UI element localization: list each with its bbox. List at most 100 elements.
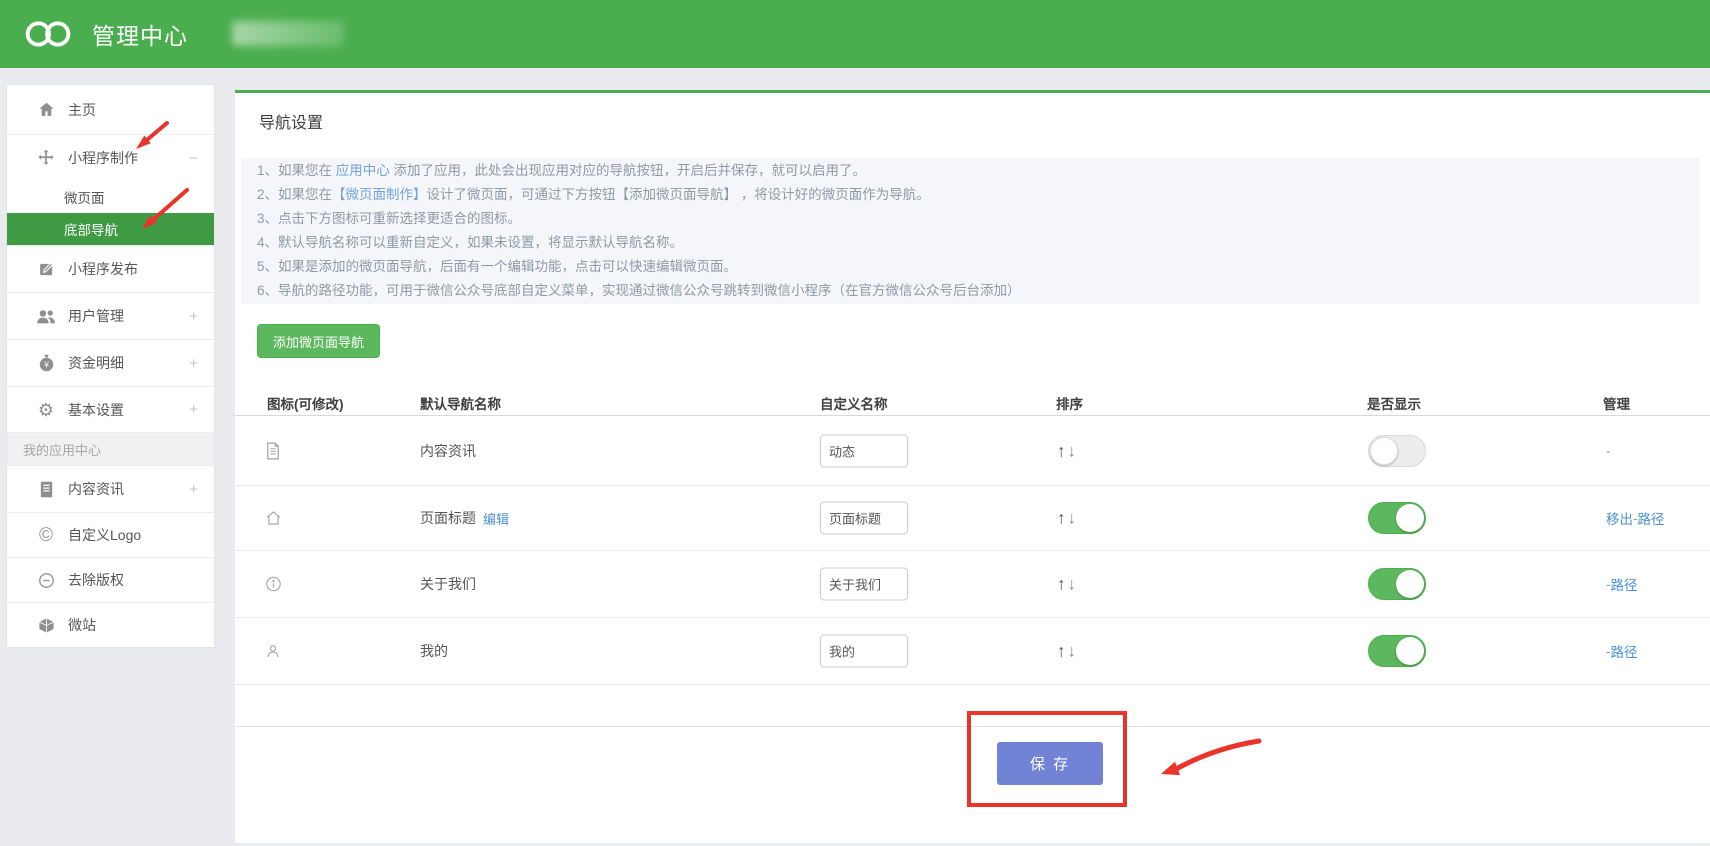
info-circle-icon[interactable] xyxy=(265,576,282,593)
table-row: 我的 ↑↓ - 路径 xyxy=(235,618,1710,685)
sort-down-icon[interactable]: ↓ xyxy=(1068,576,1077,593)
visibility-cell xyxy=(1368,502,1426,534)
custom-name-cell xyxy=(820,635,908,668)
sidebar-item-home[interactable]: 主页 xyxy=(7,85,214,134)
sidebar-item-label: 我的应用中心 xyxy=(23,440,101,459)
home-outline-icon[interactable] xyxy=(265,510,282,527)
sidebar: 主页小程序制作−微页面底部导航小程序发布用户管理+¥资金明细+⚙基本设置+我的应… xyxy=(6,84,215,648)
sidebar-item-label: 小程序发布 xyxy=(68,259,138,279)
users-icon xyxy=(35,308,57,325)
path-link[interactable]: 路径 xyxy=(1638,508,1665,528)
path-link[interactable]: 路径 xyxy=(1611,641,1638,661)
file-text-icon[interactable] xyxy=(265,442,281,460)
sidebar-item-content-news[interactable]: 内容资讯+ xyxy=(7,465,214,512)
sidebar-item-label: 自定义Logo xyxy=(68,525,141,545)
nav-table-body: 内容资讯↑↓-页面标题编辑↑↓移出 - 路径关于我们↑↓- 路径我的↑↓- 路径 xyxy=(235,93,1710,843)
plus-icon[interactable]: + xyxy=(189,355,198,372)
user-icon[interactable] xyxy=(265,643,281,660)
sidebar-item-label: 主页 xyxy=(68,100,96,120)
sidebar-item-label: 底部导航 xyxy=(64,219,118,239)
table-row: 关于我们 ↑↓ - 路径 xyxy=(235,551,1710,618)
table-row: 内容资讯 ↑↓ - xyxy=(235,416,1710,486)
svg-text:¥: ¥ xyxy=(43,361,49,370)
custom-name-cell xyxy=(820,434,908,467)
sidebar-item-funds[interactable]: ¥ 资金明细 + xyxy=(7,339,214,386)
sort-down-icon[interactable]: ↓ xyxy=(1068,442,1077,459)
custom-name-cell xyxy=(820,502,908,535)
visibility-toggle[interactable] xyxy=(1368,568,1426,600)
sidebar-item-label: 资金明细 xyxy=(68,353,124,373)
footer-divider xyxy=(235,726,1710,727)
edit-link[interactable]: 编辑 xyxy=(483,509,509,528)
sort-cell: ↑↓ xyxy=(1057,576,1076,593)
sidebar-item-label: 微页面 xyxy=(64,187,105,207)
home-icon xyxy=(35,101,57,118)
custom-name-input[interactable] xyxy=(820,434,908,467)
money-bag-icon: ¥ xyxy=(35,354,57,372)
sidebar-item-user-management[interactable]: 用户管理 + xyxy=(7,292,214,339)
sidebar-item-weisite[interactable]: 微站 xyxy=(7,602,214,647)
path-link[interactable]: 路径 xyxy=(1611,574,1638,594)
sidebar-item-remove-copyright[interactable]: 去除版权 xyxy=(7,557,214,602)
sidebar-item-custom-logo[interactable]: © 自定义Logo xyxy=(7,512,214,557)
manage-cell: - 路径 xyxy=(1606,574,1638,594)
plus-icon[interactable]: + xyxy=(189,308,198,325)
sidebar-item-basic-settings[interactable]: ⚙基本设置+ xyxy=(7,386,214,432)
doc-icon xyxy=(35,481,57,498)
sort-cell: ↑↓ xyxy=(1057,442,1076,459)
visibility-toggle[interactable] xyxy=(1368,435,1426,467)
visibility-cell xyxy=(1368,635,1426,667)
main-panel: 导航设置 1、如果您在 应用中心 添加了应用，此处会出现应用对应的导航按钮，开启… xyxy=(235,90,1710,843)
table-row: 页面标题编辑 ↑↓ 移出 - 路径 xyxy=(235,486,1710,551)
toggle-knob xyxy=(1396,637,1424,665)
minus-circle-icon xyxy=(35,572,57,589)
sidebar-item-label: 微站 xyxy=(68,615,96,635)
manage-cell: 移出 - 路径 xyxy=(1606,508,1665,528)
sort-up-icon[interactable]: ↑ xyxy=(1057,576,1066,593)
censored-text xyxy=(232,21,344,46)
app-title: 管理中心 xyxy=(92,17,188,51)
save-button[interactable]: 保 存 xyxy=(997,742,1103,785)
sort-up-icon[interactable]: ↑ xyxy=(1057,442,1066,459)
visibility-toggle[interactable] xyxy=(1368,635,1426,667)
remove-link[interactable]: 移出 xyxy=(1606,508,1633,528)
visibility-cell xyxy=(1368,568,1426,600)
sort-down-icon[interactable]: ↓ xyxy=(1068,510,1077,527)
sidebar-section-my-app-center: 我的应用中心 xyxy=(7,432,214,465)
copyright-icon: © xyxy=(35,526,57,545)
topbar: 管理中心 xyxy=(0,0,1710,68)
custom-name-input[interactable] xyxy=(820,568,908,601)
sidebar-item-label: 用户管理 xyxy=(68,306,124,326)
plus-icon[interactable]: + xyxy=(189,401,198,418)
nav-default-name: 页面标题编辑 xyxy=(420,508,509,528)
sort-up-icon[interactable]: ↑ xyxy=(1057,643,1066,660)
nav-default-name: 我的 xyxy=(420,641,448,661)
move-icon xyxy=(35,149,57,167)
toggle-knob xyxy=(1370,437,1398,465)
nav-default-name: 关于我们 xyxy=(420,574,476,594)
toggle-knob xyxy=(1396,570,1424,598)
visibility-toggle[interactable] xyxy=(1368,502,1426,534)
nav-default-name: 内容资讯 xyxy=(420,441,476,461)
sidebar-item-label: 小程序制作 xyxy=(68,148,138,168)
visibility-cell xyxy=(1368,435,1426,467)
plus-icon[interactable]: + xyxy=(189,481,198,498)
sidebar-item-miniprogram-build[interactable]: 小程序制作 − xyxy=(7,134,214,181)
sort-down-icon[interactable]: ↓ xyxy=(1068,643,1077,660)
sort-cell: ↑↓ xyxy=(1057,510,1076,527)
toggle-knob xyxy=(1396,504,1424,532)
manage-cell: - xyxy=(1606,443,1611,458)
sidebar-item-miniprogram-publish[interactable]: 小程序发布 xyxy=(7,245,214,292)
cube-icon xyxy=(35,617,57,634)
custom-name-input[interactable] xyxy=(820,502,908,535)
minus-icon[interactable]: − xyxy=(189,150,198,167)
custom-name-input[interactable] xyxy=(820,635,908,668)
manage-cell: - 路径 xyxy=(1606,641,1638,661)
sidebar-item-micropage[interactable]: 微页面 xyxy=(7,181,214,213)
sort-cell: ↑↓ xyxy=(1057,643,1076,660)
sort-up-icon[interactable]: ↑ xyxy=(1057,510,1066,527)
edit-icon xyxy=(35,261,57,278)
custom-name-cell xyxy=(820,568,908,601)
sidebar-item-bottom-nav[interactable]: 底部导航 xyxy=(7,213,214,245)
app-logo-icon xyxy=(18,17,80,51)
